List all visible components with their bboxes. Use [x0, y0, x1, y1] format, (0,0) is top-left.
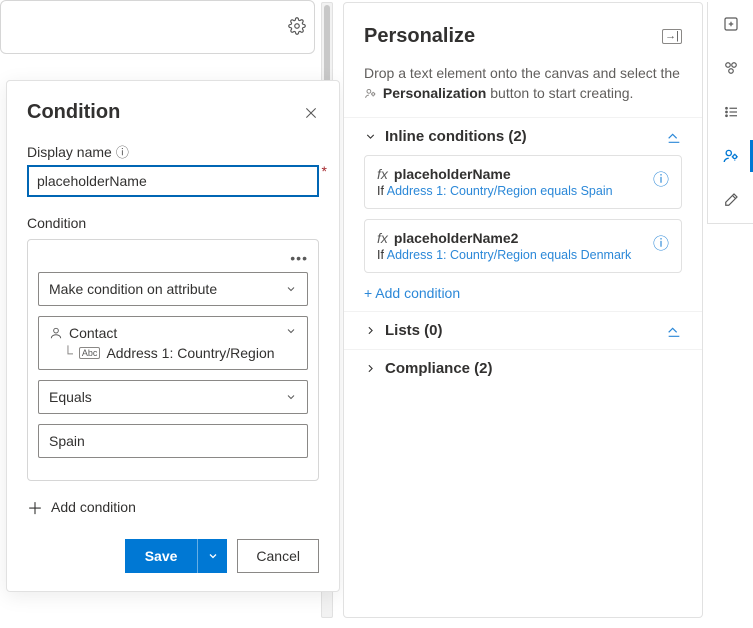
- add-condition-label: Add condition: [51, 499, 136, 515]
- chevron-down-icon: [285, 325, 297, 337]
- condition-builder-box: ••• Make condition on attribute Contact …: [27, 239, 319, 481]
- chevron-down-icon: [285, 283, 297, 295]
- condition-card-link: Address 1: Country/Region equals Denmark: [387, 248, 632, 262]
- value-input[interactable]: Spain: [38, 424, 308, 458]
- panel-description: Drop a text element onto the canvas and …: [344, 54, 702, 117]
- section-inline-header[interactable]: Inline conditions (2): [364, 128, 682, 145]
- gear-icon[interactable]: [288, 17, 306, 35]
- rail-add-icon[interactable]: [709, 2, 753, 46]
- condition-card-prefix: If: [377, 184, 387, 198]
- tree-elbow-icon: └: [63, 345, 73, 361]
- section-compliance-header[interactable]: Compliance (2): [364, 360, 682, 377]
- display-name-input[interactable]: [27, 165, 319, 197]
- section-lists: Lists (0): [344, 311, 702, 349]
- panel-desc-strong: Personalization: [383, 85, 486, 101]
- section-compliance-label: Compliance (2): [385, 360, 493, 377]
- value-input-text: Spain: [49, 433, 85, 449]
- edit-icon[interactable]: [666, 129, 682, 145]
- display-name-label: Display name: [27, 144, 112, 160]
- person-icon: [49, 326, 63, 340]
- rail-elements-icon[interactable]: [709, 46, 753, 90]
- edit-icon[interactable]: [666, 323, 682, 339]
- operator-select[interactable]: Equals: [38, 380, 308, 414]
- operator-value: Equals: [49, 389, 92, 405]
- add-condition-button[interactable]: ＋ Add condition: [27, 495, 319, 519]
- panel-desc-text-3: button to start creating.: [486, 85, 633, 101]
- text-type-icon: Abc: [79, 347, 101, 359]
- required-indicator: *: [322, 163, 327, 179]
- rail-brush-icon[interactable]: [709, 178, 753, 222]
- panel-desc-text-1: Drop a text element onto the canvas and …: [364, 65, 680, 81]
- condition-modal: Condition Display name ⓘ * Condition •••…: [6, 80, 340, 592]
- chevron-down-icon: [285, 391, 297, 403]
- condition-card[interactable]: fx placeholderName2 If Address 1: Countr…: [364, 219, 682, 273]
- rail-list-icon[interactable]: [709, 90, 753, 134]
- chevron-right-icon: [364, 324, 377, 337]
- attribute-name: Address 1: Country/Region: [106, 345, 274, 361]
- add-condition-link[interactable]: + Add condition: [364, 285, 682, 301]
- info-icon[interactable]: ⓘ: [653, 230, 669, 254]
- cancel-button[interactable]: Cancel: [237, 539, 319, 573]
- condition-card-prefix: If: [377, 248, 387, 262]
- section-lists-header[interactable]: Lists (0): [364, 322, 682, 339]
- condition-card[interactable]: fx placeholderName If Address 1: Country…: [364, 155, 682, 209]
- right-rail: [707, 2, 753, 224]
- chevron-down-icon: [364, 130, 377, 143]
- plus-icon: ＋: [27, 495, 43, 519]
- save-button[interactable]: Save: [125, 539, 198, 573]
- condition-card-link: Address 1: Country/Region equals Spain: [387, 184, 613, 198]
- condition-type-value: Make condition on attribute: [49, 281, 217, 297]
- rail-personalize-icon[interactable]: [709, 134, 753, 178]
- condition-more-icon[interactable]: •••: [290, 250, 308, 266]
- section-lists-label: Lists (0): [385, 322, 443, 339]
- entity-name: Contact: [69, 325, 117, 341]
- canvas-element-box: [0, 0, 315, 54]
- condition-card-name: placeholderName2: [394, 230, 519, 246]
- section-inline-label: Inline conditions (2): [385, 128, 527, 145]
- section-compliance: Compliance (2): [344, 349, 702, 387]
- personalize-panel: Personalize →| Drop a text element onto …: [343, 2, 703, 618]
- fx-icon: fx: [377, 230, 388, 246]
- condition-type-select[interactable]: Make condition on attribute: [38, 272, 308, 306]
- close-icon[interactable]: [303, 105, 319, 121]
- save-split-button: Save: [125, 539, 228, 573]
- condition-card-name: placeholderName: [394, 166, 511, 182]
- fx-icon: fx: [377, 166, 388, 182]
- save-dropdown-button[interactable]: [197, 539, 227, 573]
- collapse-panel-icon[interactable]: →|: [662, 29, 682, 44]
- panel-title: Personalize: [364, 25, 475, 48]
- info-icon[interactable]: ⓘ: [116, 142, 129, 161]
- condition-section-label: Condition: [27, 215, 319, 231]
- attribute-picker[interactable]: Contact └ Abc Address 1: Country/Region: [38, 316, 308, 370]
- info-icon[interactable]: ⓘ: [653, 166, 669, 190]
- chevron-right-icon: [364, 362, 377, 375]
- modal-title: Condition: [27, 101, 120, 124]
- personalization-icon: [364, 85, 381, 101]
- section-inline-conditions: Inline conditions (2) fx placeholderName…: [344, 117, 702, 311]
